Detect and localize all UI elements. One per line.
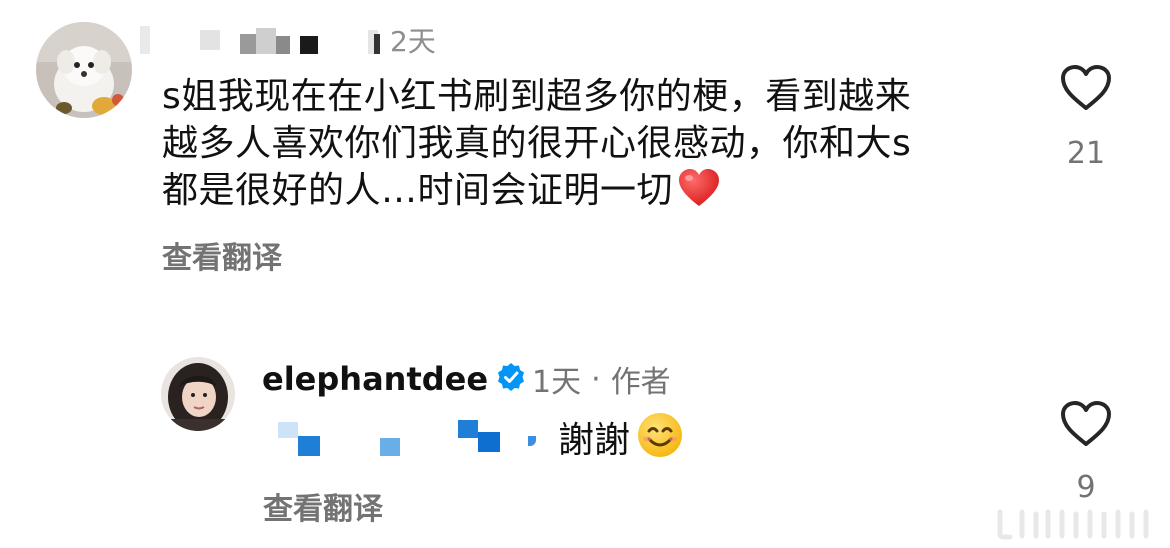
comment-time: 1天 — [532, 365, 582, 400]
red-heart-emoji — [677, 168, 721, 220]
comment-time: 2天 — [390, 25, 436, 58]
like-heart-icon[interactable] — [1060, 400, 1112, 448]
comment-text-line: 越多人喜欢你们我真的很开心很感动，你和大s — [162, 123, 912, 164]
censored-username — [140, 24, 380, 56]
smiling-face-emoji — [636, 411, 684, 463]
watermark-image — [990, 506, 1170, 540]
see-translation-link[interactable]: 查看翻译 — [162, 233, 282, 277]
comment-text-line: 都是很好的人…时间会证明一切 — [162, 170, 674, 211]
avatar[interactable] — [36, 22, 132, 118]
like-heart-icon[interactable] — [1060, 64, 1112, 112]
comment-2-body: 謝謝 — [276, 412, 684, 462]
comment-text-line: s姐我现在在小红书刷到超多你的梗，看到越来 — [162, 76, 912, 117]
like-count: 21 — [1066, 136, 1106, 171]
woman-avatar-image — [161, 357, 235, 431]
dog-avatar-image — [36, 22, 132, 118]
author-avatar[interactable] — [161, 357, 235, 431]
username-link[interactable]: elephantdee — [262, 360, 488, 398]
censored-mention — [276, 414, 544, 460]
comment-1-body: s姐我现在在小红书刷到超多你的梗，看到越来 越多人喜欢你们我真的很开心很感动，你… — [162, 73, 992, 220]
verified-badge-icon — [496, 362, 526, 396]
see-translation-link[interactable]: 查看翻译 — [263, 484, 383, 528]
comment-1-header: 2天 — [140, 22, 436, 58]
reply-text: 謝謝 — [558, 420, 631, 461]
like-count: 9 — [1076, 470, 1096, 500]
comment-2-header: elephantdee 1天 · 作者 — [262, 358, 671, 400]
author-label: 作者 — [610, 365, 671, 400]
separator-dot: · — [591, 361, 601, 397]
